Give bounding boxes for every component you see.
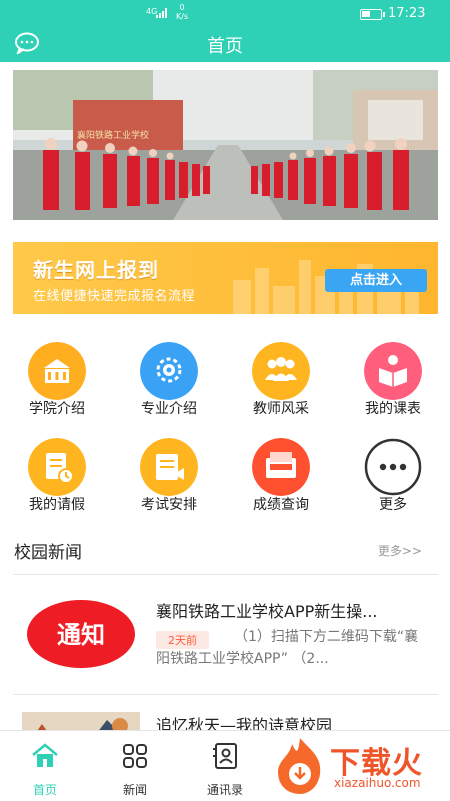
tab-contacts[interactable]: 通讯录 — [180, 731, 270, 801]
app-header: 首页 — [0, 26, 450, 62]
menu-my-leave[interactable]: 我的请假 — [12, 432, 102, 522]
exam-icon — [140, 438, 198, 496]
home-icon — [32, 743, 58, 767]
grid-icon — [123, 744, 147, 768]
divider — [13, 574, 438, 575]
network-speed: 0 K/s — [176, 3, 189, 21]
news-item[interactable]: 通知 襄阳铁路工业学校APP新生操... 2天前 （1）扫描下方二维码下载“襄阳… — [0, 588, 450, 688]
tab-label: 新闻 — [122, 783, 147, 797]
menu-teachers[interactable]: 教师风采 — [236, 336, 326, 426]
news-thumbnail — [22, 712, 140, 730]
book-reader-icon — [364, 342, 422, 400]
score-icon — [252, 438, 310, 496]
menu-my-schedule[interactable]: 我的课表 — [348, 336, 438, 426]
watermark-logo: 下载火 xiazaihuo.com — [268, 732, 450, 800]
news-title: 追忆秋天—我的诗意校园 — [156, 716, 333, 730]
leave-note-icon — [28, 438, 86, 496]
banner-carousel[interactable]: 襄阳铁路工业学校 — [13, 70, 438, 220]
gear-badge-icon — [140, 342, 198, 400]
menu-label: 专业介绍 — [141, 401, 197, 417]
menu-label: 考试安排 — [141, 497, 197, 513]
tab-news[interactable]: 新闻 — [90, 731, 180, 801]
battery-icon — [360, 9, 385, 20]
menu-label: 成绩查询 — [253, 497, 309, 513]
menu-label: 教师风采 — [253, 401, 309, 417]
download-flame-icon — [278, 738, 321, 794]
page-title: 首页 — [207, 36, 243, 57]
thumb-text: 通知 — [57, 621, 105, 649]
clock: 17:23 — [388, 6, 426, 21]
promo-headline: 新生网上报到 — [33, 258, 159, 282]
menu-label: 我的请假 — [29, 497, 85, 513]
news-title: 襄阳铁路工业学校APP新生操... — [156, 602, 378, 621]
tab-home[interactable]: 首页 — [0, 731, 90, 801]
status-bar: 4G 0 K/s 17:23 — [0, 0, 450, 26]
menu-more[interactable]: 更多 — [348, 432, 438, 522]
tab-label: 首页 — [32, 783, 57, 797]
more-dots-icon — [364, 438, 422, 496]
tab-label: 通讯录 — [206, 783, 243, 797]
section-title: 校园新闻 — [14, 543, 82, 563]
banner-sign-text: 襄阳铁路工业学校 — [77, 129, 149, 141]
menu-score-query[interactable]: 成绩查询 — [236, 432, 326, 522]
news-item[interactable]: 追忆秋天—我的诗意校园 — [0, 704, 450, 730]
enrollment-promo-banner[interactable]: 新生网上报到 在线便捷快速完成报名流程 点击进入 — [13, 242, 438, 314]
more-news-link[interactable]: 更多>> — [378, 542, 422, 559]
contacts-icon — [213, 743, 237, 769]
menu-label: 我的课表 — [365, 401, 421, 417]
watermark-url: xiazaihuo.com — [334, 776, 421, 790]
banner-image: 襄阳铁路工业学校 — [13, 70, 438, 220]
news-thumbnail: 通知 — [22, 596, 140, 672]
menu-label: 学院介绍 — [29, 401, 85, 417]
signal-icon — [156, 8, 167, 18]
news-summary: （1）扫描下方二维码下载“襄阳铁路工业学校APP” （2... — [156, 629, 419, 667]
divider — [13, 694, 438, 695]
campus-news-header: 校园新闻 更多>> — [0, 532, 450, 572]
people-icon — [252, 342, 310, 400]
promo-subtitle: 在线便捷快速完成报名流程 — [33, 289, 196, 304]
menu-exam-schedule[interactable]: 考试安排 — [124, 432, 214, 522]
building-icon — [28, 342, 86, 400]
menu-college-intro[interactable]: 学院介绍 — [12, 336, 102, 426]
enter-button[interactable]: 点击进入 — [325, 269, 427, 292]
menu-major-intro[interactable]: 专业介绍 — [124, 336, 214, 426]
menu-label: 更多 — [379, 497, 407, 513]
